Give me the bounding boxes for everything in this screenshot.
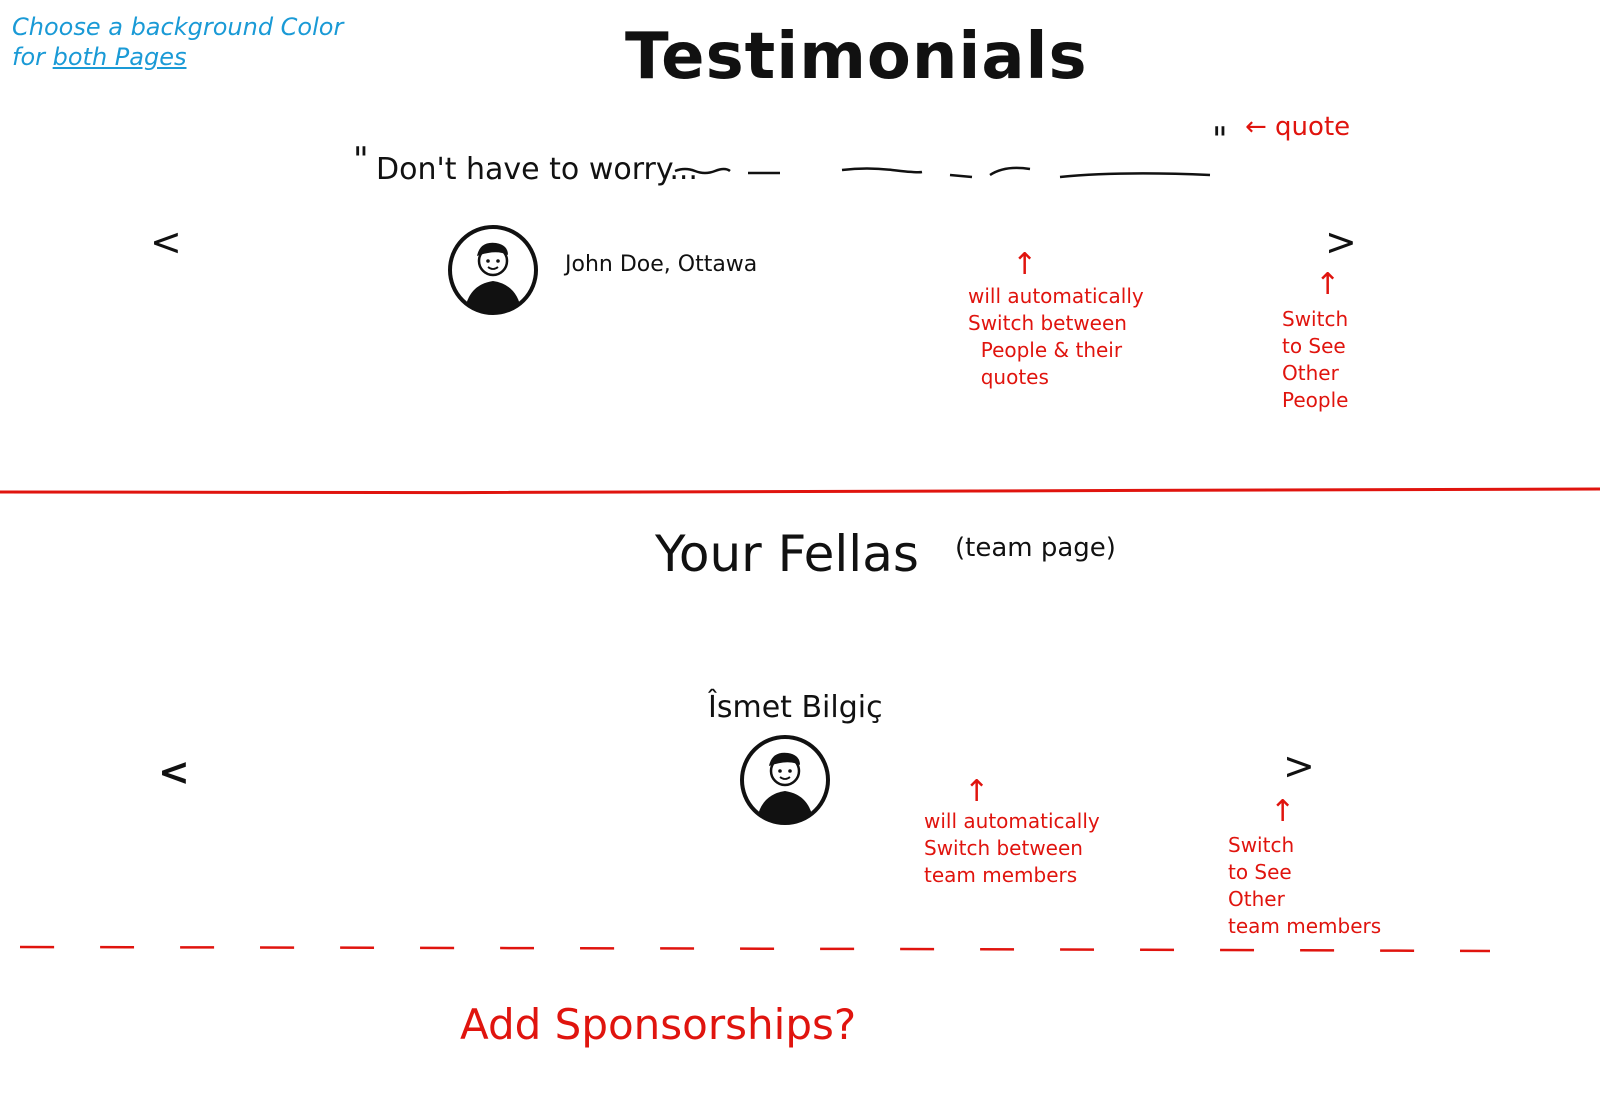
- team-subtitle: (team page): [955, 533, 1116, 563]
- quote-annotation: ← quote: [1245, 112, 1351, 142]
- background-note-line2: for both Pages: [12, 42, 343, 72]
- arrow-up-icon: ↑: [1315, 267, 1341, 302]
- team-prev-button[interactable]: <: [158, 752, 190, 792]
- quote-open-mark: ": [353, 140, 369, 180]
- sponsorships-note: Add Sponsorships?: [460, 1000, 857, 1049]
- team-member-name: Îsmet Bilgiç: [708, 690, 883, 725]
- testimonials-next-button[interactable]: >: [1325, 222, 1357, 262]
- manual-switch-note-testimonials: Switch to See Other People: [1282, 307, 1349, 412]
- manual-switch-note-team: Switch to See Other team members: [1228, 833, 1382, 938]
- testimonials-prev-button[interactable]: <: [150, 222, 182, 262]
- auto-switch-note-testimonials: will automatically Switch between People…: [968, 284, 1144, 389]
- auto-switch-note-team: will automatically Switch between team m…: [924, 809, 1100, 887]
- background-note-underlined: both Pages: [52, 43, 187, 71]
- chevron-left-icon: <: [150, 220, 182, 264]
- quote-placeholder-lines: [674, 166, 1211, 179]
- background-note-line1: Choose a background Color: [12, 13, 344, 41]
- testimonials-title: Testimonials: [625, 20, 1088, 94]
- chevron-right-icon: >: [1325, 220, 1357, 264]
- testimonial-quote-text: Don't have to worry...: [376, 152, 698, 187]
- testimonial-person-name: John Doe, Ottawa: [565, 252, 758, 277]
- arrow-up-icon: ↑: [1012, 247, 1038, 282]
- arrow-up-icon: ↑: [1270, 794, 1296, 829]
- person-avatar-icon: [740, 735, 830, 825]
- section-divider-dashed: [19, 945, 1491, 953]
- background-note-prefix: for: [12, 43, 53, 71]
- team-next-button[interactable]: >: [1283, 746, 1315, 786]
- team-title: Your Fellas: [655, 525, 919, 583]
- chevron-right-icon: >: [1283, 744, 1315, 788]
- section-divider: [0, 487, 1600, 495]
- quote-close-mark: ": [1212, 120, 1228, 160]
- background-color-note: Choose a background Color for both Pages: [12, 12, 343, 72]
- arrow-up-icon: ↑: [964, 774, 990, 809]
- person-avatar-icon: [448, 225, 538, 315]
- chevron-left-icon: <: [158, 750, 190, 794]
